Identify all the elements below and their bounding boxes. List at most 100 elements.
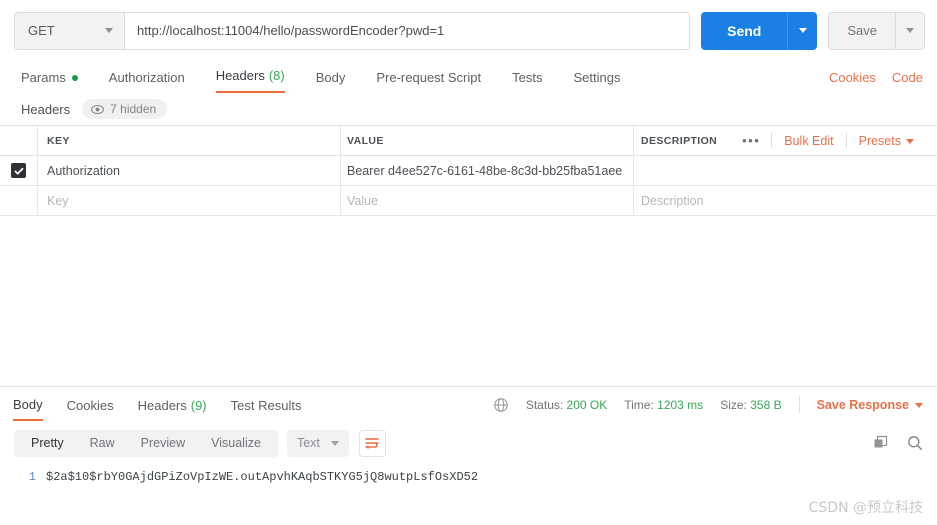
headers-section-title: Headers <box>21 101 71 117</box>
size-label: Size: <box>720 397 747 412</box>
presets-label: Presets <box>858 133 901 148</box>
tab-body[interactable]: Body <box>316 70 346 93</box>
tab-label: Authorization <box>108 70 185 85</box>
response-tab-headers[interactable]: Headers (9) <box>138 389 207 420</box>
time-value: 1203 ms <box>657 397 704 412</box>
status-label: Status: <box>525 397 564 412</box>
tab-headers[interactable]: Headers (8) <box>215 68 285 93</box>
header-value-value: Bearer d4ee527c-6161-48be-8c3d-bb25fba51… <box>347 163 623 178</box>
size-value: 358 B <box>750 397 782 412</box>
send-button[interactable]: Send <box>701 11 788 50</box>
size-badge: Size: 358 B <box>720 398 781 412</box>
request-url-input[interactable]: http://localhost:11004/hello/passwordEnc… <box>124 11 691 50</box>
table-row[interactable]: Authorization Bearer d4ee527c-6161-48be-… <box>0 156 937 186</box>
save-button[interactable]: Save <box>828 11 895 50</box>
response-body-icons <box>855 435 923 451</box>
response-content-type-select[interactable]: Text <box>286 429 349 457</box>
params-modified-dot-icon <box>71 74 78 81</box>
tab-label: Headers <box>215 68 265 83</box>
view-mode-raw[interactable]: Raw <box>77 430 128 457</box>
request-url-value: http://localhost:11004/hello/passwordEnc… <box>137 23 445 38</box>
time-label: Time: <box>624 397 654 412</box>
row-checkbox-cell <box>0 186 38 215</box>
bulk-edit-link[interactable]: Bulk Edit <box>772 134 845 148</box>
header-col-key: KEY <box>38 126 341 155</box>
headers-table-header-row: KEY VALUE DESCRIPTION ••• Bulk Edit Pres… <box>0 126 937 156</box>
header-enabled-checkbox[interactable] <box>11 163 26 178</box>
table-row[interactable]: Key Value Description <box>0 186 937 216</box>
tab-count: (8) <box>268 68 285 83</box>
response-tabs-bar: Body Cookies Headers (9) Test Results St… <box>0 386 937 422</box>
row-key-cell[interactable]: Key <box>38 186 341 215</box>
header-col-description: DESCRIPTION ••• Bulk Edit Presets <box>634 126 937 155</box>
tab-label: Settings <box>573 70 621 85</box>
save-options-button[interactable] <box>895 11 925 50</box>
request-url-bar: GET http://localhost:11004/hello/passwor… <box>0 0 937 60</box>
response-meta: Status: 200 OK Time: 1203 ms Size: 358 B… <box>493 396 923 413</box>
magnifier-glyph <box>908 436 923 451</box>
response-tab-label: Body <box>13 397 43 412</box>
column-header-key: KEY <box>47 134 70 147</box>
tab-label: Body <box>315 70 346 85</box>
save-response-label: Save Response <box>816 397 909 412</box>
chevron-down-icon <box>906 28 914 33</box>
tab-label: Tests <box>512 70 543 85</box>
request-tabs: Params Authorization Headers (8) Body Pr… <box>0 60 937 93</box>
headers-table: KEY VALUE DESCRIPTION ••• Bulk Edit Pres… <box>0 125 937 386</box>
word-wrap-toggle[interactable] <box>358 429 386 457</box>
line-number: 1 <box>28 470 36 484</box>
divider <box>798 396 800 413</box>
postman-window: GET http://localhost:11004/hello/passwor… <box>0 0 938 525</box>
check-icon <box>13 167 24 175</box>
globe-icon[interactable] <box>493 397 509 413</box>
view-mode-visualize[interactable]: Visualize <box>198 430 274 457</box>
row-key-cell[interactable]: Authorization <box>38 156 341 185</box>
column-header-description: DESCRIPTION <box>641 134 718 147</box>
chevron-down-icon <box>105 28 113 33</box>
response-tab-test-results[interactable]: Test Results <box>231 389 302 420</box>
tab-params[interactable]: Params <box>21 70 78 93</box>
http-method-select[interactable]: GET <box>14 11 124 50</box>
hidden-headers-label: 7 hidden <box>110 102 157 116</box>
row-checkbox-cell <box>0 156 38 185</box>
tab-authorization[interactable]: Authorization <box>109 70 185 93</box>
eye-icon <box>91 104 105 114</box>
request-tabs-right-links: Cookies Code <box>813 70 923 93</box>
cookies-link[interactable]: Cookies <box>829 70 876 85</box>
response-tab-body[interactable]: Body <box>13 388 43 421</box>
send-options-button[interactable] <box>787 11 818 50</box>
copy-glyph <box>874 435 888 448</box>
copy-icon[interactable] <box>873 435 889 451</box>
response-tab-label: Headers <box>137 398 187 413</box>
view-mode-pretty[interactable]: Pretty <box>18 430 77 457</box>
response-view-mode-group: Pretty Raw Preview Visualize <box>14 429 278 457</box>
chevron-down-icon <box>915 402 923 408</box>
row-description-cell[interactable] <box>634 156 937 185</box>
response-tab-cookies[interactable]: Cookies <box>67 389 114 420</box>
status-badge: Status: 200 OK <box>526 398 607 412</box>
response-body-viewer[interactable]: 1 $2a$10$rbY0GAjdGPiZoVpIzWE.outApvhKAqb… <box>0 464 937 484</box>
response-body-text: $2a$10$rbY0GAjdGPiZoVpIzWE.outApvhKAqbST… <box>46 470 479 484</box>
tab-tests[interactable]: Tests <box>512 70 542 93</box>
code-link[interactable]: Code <box>892 70 923 85</box>
view-mode-preview[interactable]: Preview <box>128 430 198 457</box>
more-options-icon[interactable]: ••• <box>731 133 771 148</box>
word-wrap-icon <box>365 437 379 449</box>
row-value-cell[interactable]: Value <box>341 186 634 215</box>
response-tab-label: Cookies <box>66 398 114 413</box>
content-type-label: Text <box>296 436 320 450</box>
save-response-dropdown[interactable]: Save Response <box>817 398 923 412</box>
headers-subbar: Headers 7 hidden <box>0 93 937 125</box>
response-view-toolbar: Pretty Raw Preview Visualize Text <box>0 422 937 464</box>
send-button-group: Send <box>701 11 818 50</box>
tab-pre-request-script[interactable]: Pre-request Script <box>376 70 481 93</box>
row-value-cell[interactable]: Bearer d4ee527c-6161-48be-8c3d-bb25fba51… <box>341 156 634 185</box>
http-method-label: GET <box>28 23 55 38</box>
tab-settings[interactable]: Settings <box>573 70 620 93</box>
search-icon[interactable] <box>907 435 923 451</box>
presets-dropdown[interactable]: Presets <box>847 134 926 148</box>
column-header-value: VALUE <box>347 134 384 147</box>
new-value-placeholder: Value <box>347 193 379 208</box>
hidden-headers-toggle[interactable]: 7 hidden <box>82 99 168 119</box>
row-description-cell[interactable]: Description <box>634 186 937 215</box>
